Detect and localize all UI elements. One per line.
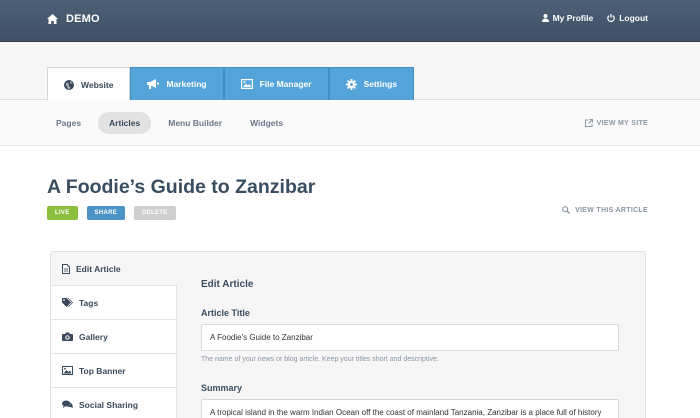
sidebar-item-label: Tags: [79, 297, 99, 308]
summary-textarea[interactable]: A tropical island in the warm Indian Oce…: [201, 399, 619, 418]
image-icon: [240, 79, 253, 89]
share-button[interactable]: SHARE: [86, 206, 126, 220]
editor-panel: Edit Article Tags Gallery Top Banner Soc…: [50, 251, 646, 418]
logout-link[interactable]: Logout: [607, 13, 648, 23]
main-tabs: Website Marketing File Manager Settings: [47, 67, 415, 101]
sidebar-item-label: Gallery: [79, 331, 108, 342]
tab-label: Website: [81, 79, 114, 90]
tab-settings[interactable]: Settings: [328, 67, 415, 100]
tab-label: File Manager: [259, 79, 312, 89]
brand-name: DEMO: [66, 13, 100, 25]
sidebar-item-label: Edit Article: [76, 263, 121, 274]
search-icon: [562, 206, 571, 214]
article-sidebar: Edit Article Tags Gallery Top Banner Soc…: [51, 252, 177, 418]
comments-icon: [62, 400, 73, 408]
view-my-site-label: VIEW MY SITE: [596, 119, 648, 127]
sidebar-item-gallery[interactable]: Gallery: [51, 320, 177, 354]
sidebar-item-tags[interactable]: Tags: [51, 286, 177, 320]
user-icon: [541, 14, 549, 22]
bullhorn-icon: [147, 79, 160, 89]
article-title-input[interactable]: [201, 324, 619, 351]
external-link-icon: [584, 119, 593, 127]
tab-file-manager[interactable]: File Manager: [223, 67, 329, 100]
power-icon: [607, 14, 615, 22]
live-badge[interactable]: LIVE: [47, 206, 78, 220]
sidebar-item-label: Top Banner: [79, 365, 126, 376]
home-icon: [47, 14, 58, 24]
picture-icon: [62, 366, 73, 375]
document-icon: [62, 263, 70, 274]
sidebar-item-label: Social Sharing: [79, 399, 139, 410]
sub-nav-links: Pages Articles Menu Builder Widgets: [45, 112, 294, 134]
view-this-article-label: VIEW THIS ARTICLE: [575, 206, 648, 214]
sub-nav: Pages Articles Menu Builder Widgets VIEW…: [0, 100, 700, 146]
view-my-site-link[interactable]: VIEW MY SITE: [584, 119, 648, 127]
view-this-article-link[interactable]: VIEW THIS ARTICLE: [562, 206, 648, 214]
subnav-menu-builder[interactable]: Menu Builder: [157, 112, 233, 134]
main-tabs-area: Website Marketing File Manager Settings: [0, 42, 700, 101]
page-title: A Foodie’s Guide to Zanzibar: [47, 176, 316, 198]
camera-icon: [62, 332, 73, 341]
delete-button[interactable]: DELETE: [134, 206, 176, 220]
gear-icon: [345, 78, 357, 90]
globe-icon: [64, 79, 74, 90]
logout-label: Logout: [619, 13, 648, 23]
brand-link[interactable]: DEMO: [47, 13, 100, 25]
subnav-articles[interactable]: Articles: [98, 112, 152, 134]
article-actions: LIVE SHARE DELETE: [47, 206, 176, 220]
tab-marketing[interactable]: Marketing: [130, 67, 224, 100]
subnav-widgets[interactable]: Widgets: [239, 112, 294, 134]
tab-label: Settings: [363, 79, 398, 89]
my-profile-link[interactable]: My Profile: [541, 13, 594, 23]
tab-website[interactable]: Website: [47, 67, 131, 101]
summary-label: Summary: [201, 383, 243, 393]
tags-icon: [62, 298, 73, 307]
my-profile-label: My Profile: [552, 13, 594, 23]
form-heading: Edit Article: [201, 279, 254, 290]
sidebar-item-social-sharing[interactable]: Social Sharing: [51, 388, 177, 418]
article-title-help: The name of your news or blog article. K…: [201, 356, 439, 363]
tab-label: Marketing: [166, 79, 207, 89]
sidebar-item-edit-article[interactable]: Edit Article: [51, 252, 177, 286]
top-nav: My Profile Logout: [541, 13, 648, 23]
top-bar: DEMO My Profile Logout: [0, 0, 700, 42]
sidebar-item-top-banner[interactable]: Top Banner: [51, 354, 177, 388]
subnav-pages[interactable]: Pages: [45, 112, 92, 134]
article-title-label: Article Title: [201, 308, 250, 318]
